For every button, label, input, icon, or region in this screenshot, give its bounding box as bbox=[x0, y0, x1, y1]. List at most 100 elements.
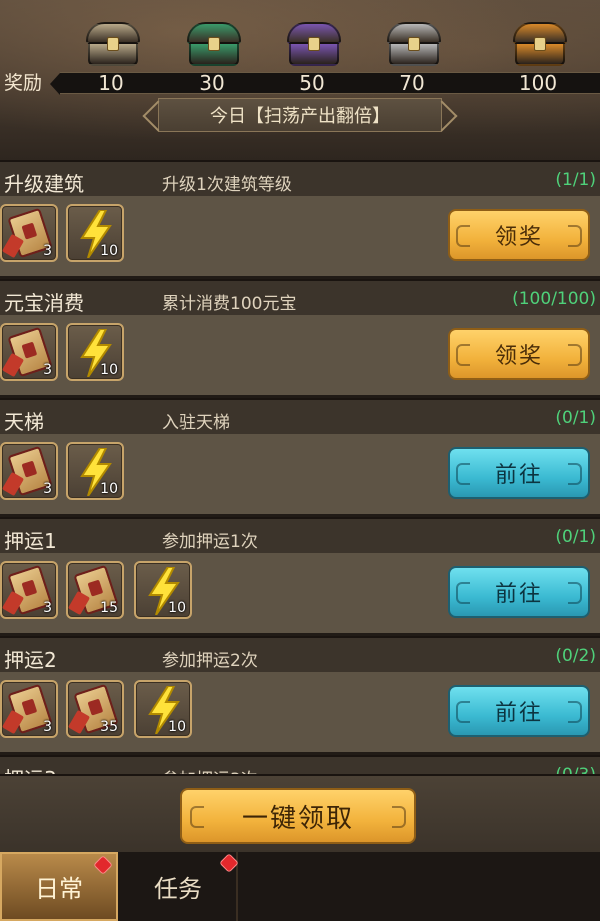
item-quantity: 10 bbox=[168, 600, 186, 616]
task-progress: (0/1) bbox=[555, 527, 596, 547]
task-description: 升级1次建筑等级 bbox=[162, 175, 292, 195]
gold-chest-icon bbox=[513, 22, 567, 68]
task-header: 天梯 入驻天梯 (0/1) bbox=[0, 398, 600, 434]
task-title: 押运1 bbox=[4, 529, 57, 553]
item-quantity: 10 bbox=[168, 719, 186, 735]
scroll-token-icon[interactable]: 3 bbox=[0, 561, 58, 619]
task-row: 升级建筑 升级1次建筑等级 (1/1) 3 10 领奖 bbox=[0, 160, 600, 276]
button-corner-ornament bbox=[190, 806, 204, 828]
tab-bar: 日常 任务 bbox=[0, 852, 600, 921]
button-label: 前往 bbox=[494, 463, 543, 488]
task-header: 升级建筑 升级1次建筑等级 (1/1) bbox=[0, 160, 600, 196]
task-description: 参加押运1次 bbox=[162, 532, 258, 552]
task-row: 天梯 入驻天梯 (0/1) 3 10 前往 bbox=[0, 398, 600, 514]
task-header: 元宝消费 累计消费100元宝 (100/100) bbox=[0, 279, 600, 315]
milestone-0[interactable]: 10 bbox=[66, 0, 156, 100]
reward-label: 奖励 bbox=[4, 72, 43, 94]
milestone-3[interactable]: 70 bbox=[367, 0, 457, 100]
claim-reward-button[interactable]: 领奖 bbox=[448, 328, 590, 380]
task-title: 升级建筑 bbox=[4, 172, 84, 196]
task-row: 押运1 参加押运1次 (0/1) 3 15 10 前往 bbox=[0, 517, 600, 633]
lightning-icon[interactable]: 10 bbox=[66, 442, 124, 500]
task-title: 天梯 bbox=[4, 410, 44, 434]
item-quantity: 15 bbox=[100, 600, 118, 616]
task-list[interactable]: 升级建筑 升级1次建筑等级 (1/1) 3 10 领奖 元宝消费 累计消费100元宝 (100/… bbox=[0, 160, 600, 774]
task-description: 参加押运2次 bbox=[162, 651, 258, 671]
claim-all-button[interactable]: 一键领取 bbox=[180, 788, 416, 844]
lightning-icon[interactable]: 10 bbox=[134, 561, 192, 619]
item-quantity: 10 bbox=[100, 481, 118, 497]
task-rewards: 3 10 领奖 bbox=[0, 196, 600, 276]
scroll-token-icon[interactable]: 3 bbox=[0, 323, 58, 381]
button-corner-ornament bbox=[568, 582, 582, 604]
task-description: 累计消费100元宝 bbox=[162, 294, 297, 314]
scroll-token-icon[interactable]: 15 bbox=[66, 561, 124, 619]
task-rewards: 3 10 前往 bbox=[0, 434, 600, 514]
item-quantity: 3 bbox=[43, 481, 52, 497]
task-rewards: 3 15 10 前往 bbox=[0, 553, 600, 633]
button-label: 领奖 bbox=[494, 344, 543, 369]
button-corner-ornament bbox=[456, 582, 470, 604]
scroll-token-icon[interactable]: 3 bbox=[0, 442, 58, 500]
scroll-token-icon[interactable]: 35 bbox=[66, 680, 124, 738]
task-header: 押运2 参加押运2次 (0/2) bbox=[0, 636, 600, 672]
item-quantity: 3 bbox=[43, 243, 52, 259]
double-output-banner: 今日【扫荡产出翻倍】 bbox=[158, 98, 442, 132]
milestone-value: 10 bbox=[98, 71, 124, 95]
reward-header: 奖励 10 30 50 70 100 今日【扫荡产出翻倍】 bbox=[0, 0, 600, 160]
tab-daily-label: 日常 bbox=[35, 875, 83, 903]
milestone-value: 100 bbox=[518, 71, 558, 95]
task-title: 押运3 bbox=[4, 763, 57, 774]
button-corner-ornament bbox=[392, 806, 406, 828]
item-quantity: 10 bbox=[100, 243, 118, 259]
button-corner-ornament bbox=[568, 701, 582, 723]
item-quantity: 10 bbox=[100, 362, 118, 378]
task-rewards: 3 35 10 前往 bbox=[0, 672, 600, 752]
task-row: 押运2 参加押运2次 (0/2) 3 35 10 前往 bbox=[0, 636, 600, 752]
lightning-icon[interactable]: 10 bbox=[66, 323, 124, 381]
milestone-4[interactable]: 100 bbox=[493, 0, 583, 100]
task-description: 入驻天梯 bbox=[162, 413, 230, 433]
button-corner-ornament bbox=[456, 701, 470, 723]
go-to-button[interactable]: 前往 bbox=[448, 685, 590, 737]
button-corner-ornament bbox=[456, 463, 470, 485]
claim-reward-button[interactable]: 领奖 bbox=[448, 209, 590, 261]
task-progress: (100/100) bbox=[512, 289, 596, 309]
item-quantity: 3 bbox=[43, 719, 52, 735]
task-progress: (1/1) bbox=[555, 170, 596, 190]
button-corner-ornament bbox=[568, 225, 582, 247]
claim-all-label: 一键领取 bbox=[241, 803, 354, 834]
task-rewards: 3 10 领奖 bbox=[0, 315, 600, 395]
button-label: 前往 bbox=[494, 701, 543, 726]
button-label: 领奖 bbox=[494, 225, 543, 250]
task-title: 元宝消费 bbox=[4, 291, 84, 315]
milestone-1[interactable]: 30 bbox=[167, 0, 257, 100]
purple-chest-icon bbox=[287, 22, 341, 68]
button-corner-ornament bbox=[456, 344, 470, 366]
task-description: 参加押运3次 bbox=[162, 765, 258, 774]
button-label: 前往 bbox=[494, 582, 543, 607]
silver-red-chest-icon bbox=[387, 22, 441, 68]
task-progress: (0/2) bbox=[555, 646, 596, 666]
task-header: 押运1 参加押运1次 (0/1) bbox=[0, 517, 600, 553]
bronze-chest-icon bbox=[86, 22, 140, 68]
milestone-2[interactable]: 50 bbox=[267, 0, 357, 100]
milestone-value: 70 bbox=[399, 71, 425, 95]
tab-tasks-label: 任务 bbox=[154, 875, 202, 903]
task-row: 元宝消费 累计消费100元宝 (100/100) 3 10 领奖 bbox=[0, 279, 600, 395]
item-quantity: 3 bbox=[43, 362, 52, 378]
task-progress: (0/3) bbox=[555, 765, 596, 774]
item-quantity: 3 bbox=[43, 600, 52, 616]
milestone-value: 30 bbox=[199, 71, 225, 95]
footer-bar: 一键领取 bbox=[0, 774, 600, 852]
task-row: 押运3 参加押运3次 (0/3) bbox=[0, 755, 600, 774]
scroll-token-icon[interactable]: 3 bbox=[0, 680, 58, 738]
go-to-button[interactable]: 前往 bbox=[448, 447, 590, 499]
item-quantity: 35 bbox=[100, 719, 118, 735]
scroll-token-icon[interactable]: 3 bbox=[0, 204, 58, 262]
lightning-icon[interactable]: 10 bbox=[134, 680, 192, 738]
task-title: 押运2 bbox=[4, 648, 57, 672]
milestone-value: 50 bbox=[299, 71, 325, 95]
go-to-button[interactable]: 前往 bbox=[448, 566, 590, 618]
lightning-icon[interactable]: 10 bbox=[66, 204, 124, 262]
